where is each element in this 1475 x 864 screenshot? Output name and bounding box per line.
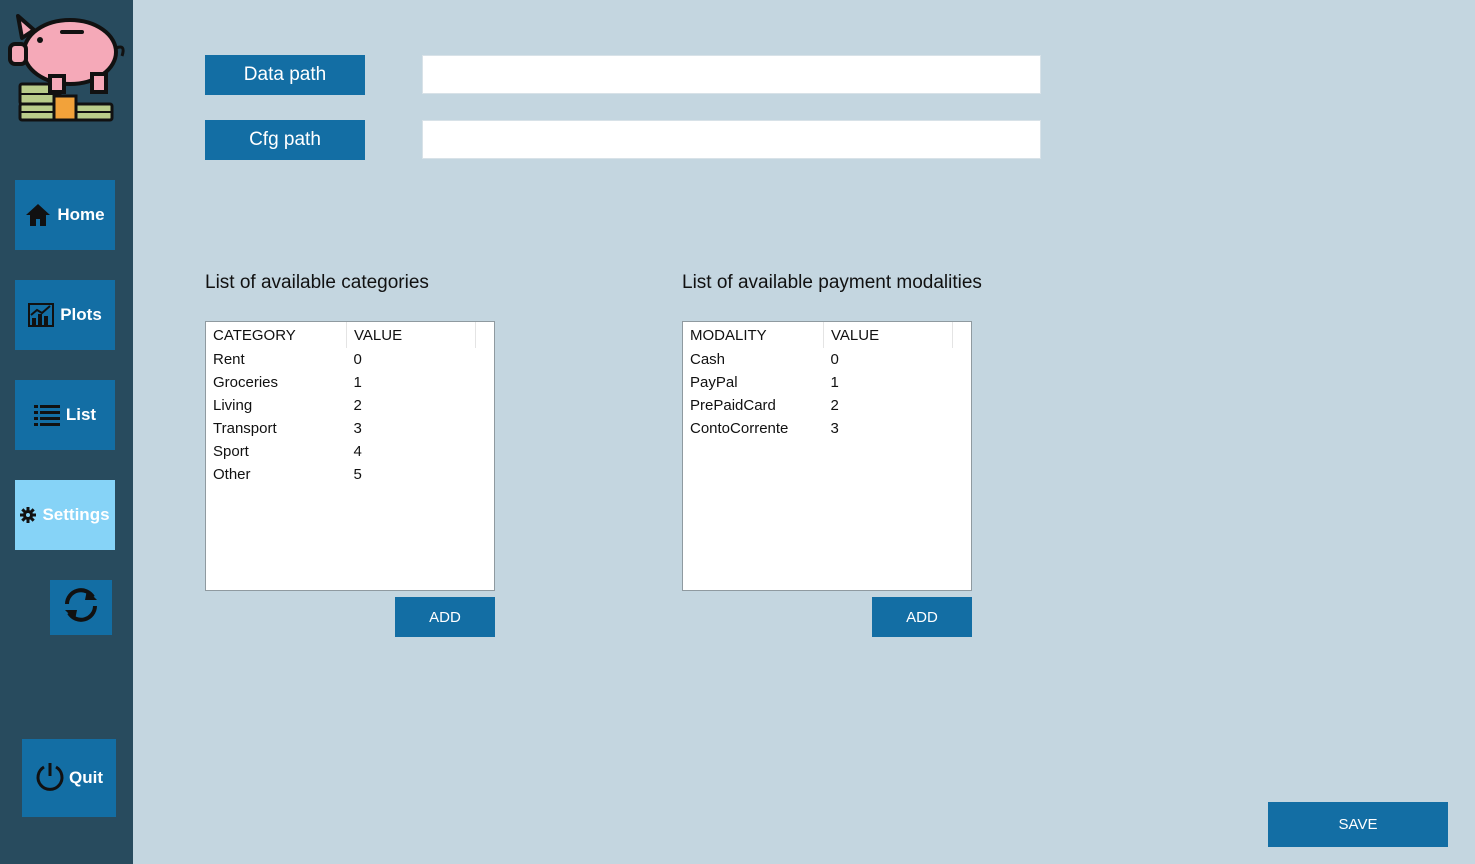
category-value: 1 [353,374,362,391]
category-value: 3 [353,420,362,437]
list-item[interactable]: Sport 4 [206,440,476,463]
power-icon [35,761,65,796]
category-name: Groceries [213,374,279,391]
category-name: Sport [213,443,249,460]
categories-list[interactable]: CATEGORY VALUE Rent 0 Groceries 1 Living… [205,321,495,591]
list-item[interactable]: PrePaidCard 2 [683,394,953,417]
data-path-button[interactable]: Data path [205,55,365,95]
modalities-title: List of available payment modalities [682,272,982,293]
category-column-header[interactable]: CATEGORY [206,322,347,348]
modality-value: 0 [830,351,839,368]
sidebar-item-label: Settings [42,505,110,524]
save-button[interactable]: SAVE [1268,802,1448,847]
sidebar-item-home[interactable]: Home [15,180,115,250]
data-path-input[interactable] [422,55,1041,94]
category-value: 0 [353,351,362,368]
category-value: 4 [353,443,362,460]
sidebar-item-label: List [65,405,97,424]
gear-icon [20,507,37,523]
list-item[interactable]: PayPal 1 [683,371,953,394]
modality-value: 1 [830,374,839,391]
value-column-header[interactable]: VALUE [346,322,476,348]
list-item[interactable]: Cash 0 [683,348,953,371]
value-column-header[interactable]: VALUE [823,322,953,348]
modalities-list[interactable]: MODALITY VALUE Cash 0 PayPal 1 PrePaidCa… [682,321,972,591]
sidebar-item-settings[interactable]: Settings [15,480,115,550]
list-item[interactable]: Groceries 1 [206,371,476,394]
sidebar-item-label: Plots [60,305,102,324]
categories-header-row: CATEGORY VALUE [206,322,476,348]
quit-label: Quit [69,768,103,787]
modalities-header-row: MODALITY VALUE [683,322,953,348]
cfg-path-button[interactable]: Cfg path [205,120,365,160]
list-item[interactable]: Transport 3 [206,417,476,440]
sidebar-item-list[interactable]: List [15,380,115,450]
list-item[interactable]: Other 5 [206,463,476,486]
sidebar-item-plots[interactable]: Plots [15,280,115,350]
modality-name: PayPal [690,374,738,391]
category-name: Other [213,466,251,483]
sidebar: Home Plots List Settings Quit [0,0,133,864]
sidebar-item-label: Home [57,205,105,224]
piggy-bank-icon [6,8,128,126]
modality-value: 3 [830,420,839,437]
list-icon [33,404,60,426]
add-category-button[interactable]: ADD [395,597,495,637]
category-value: 2 [353,397,362,414]
categories-title: List of available categories [205,272,429,293]
quit-button[interactable]: Quit [22,739,116,817]
refresh-button[interactable] [50,580,112,635]
modality-value: 2 [830,397,839,414]
category-name: Living [213,397,253,414]
modality-name: PrePaidCard [690,397,776,414]
modality-name: ContoCorrente [690,420,789,437]
category-value: 5 [353,466,362,483]
add-modality-button[interactable]: ADD [872,597,972,637]
cfg-path-input[interactable] [422,120,1041,159]
category-name: Rent [213,351,245,368]
home-icon [25,203,51,227]
list-item[interactable]: Living 2 [206,394,476,417]
modality-column-header[interactable]: MODALITY [683,322,824,348]
category-name: Transport [213,420,277,437]
list-item[interactable]: Rent 0 [206,348,476,371]
modality-name: Cash [690,351,726,368]
chart-icon [28,303,55,327]
list-item[interactable]: ContoCorrente 3 [683,417,953,440]
refresh-icon [61,586,101,629]
